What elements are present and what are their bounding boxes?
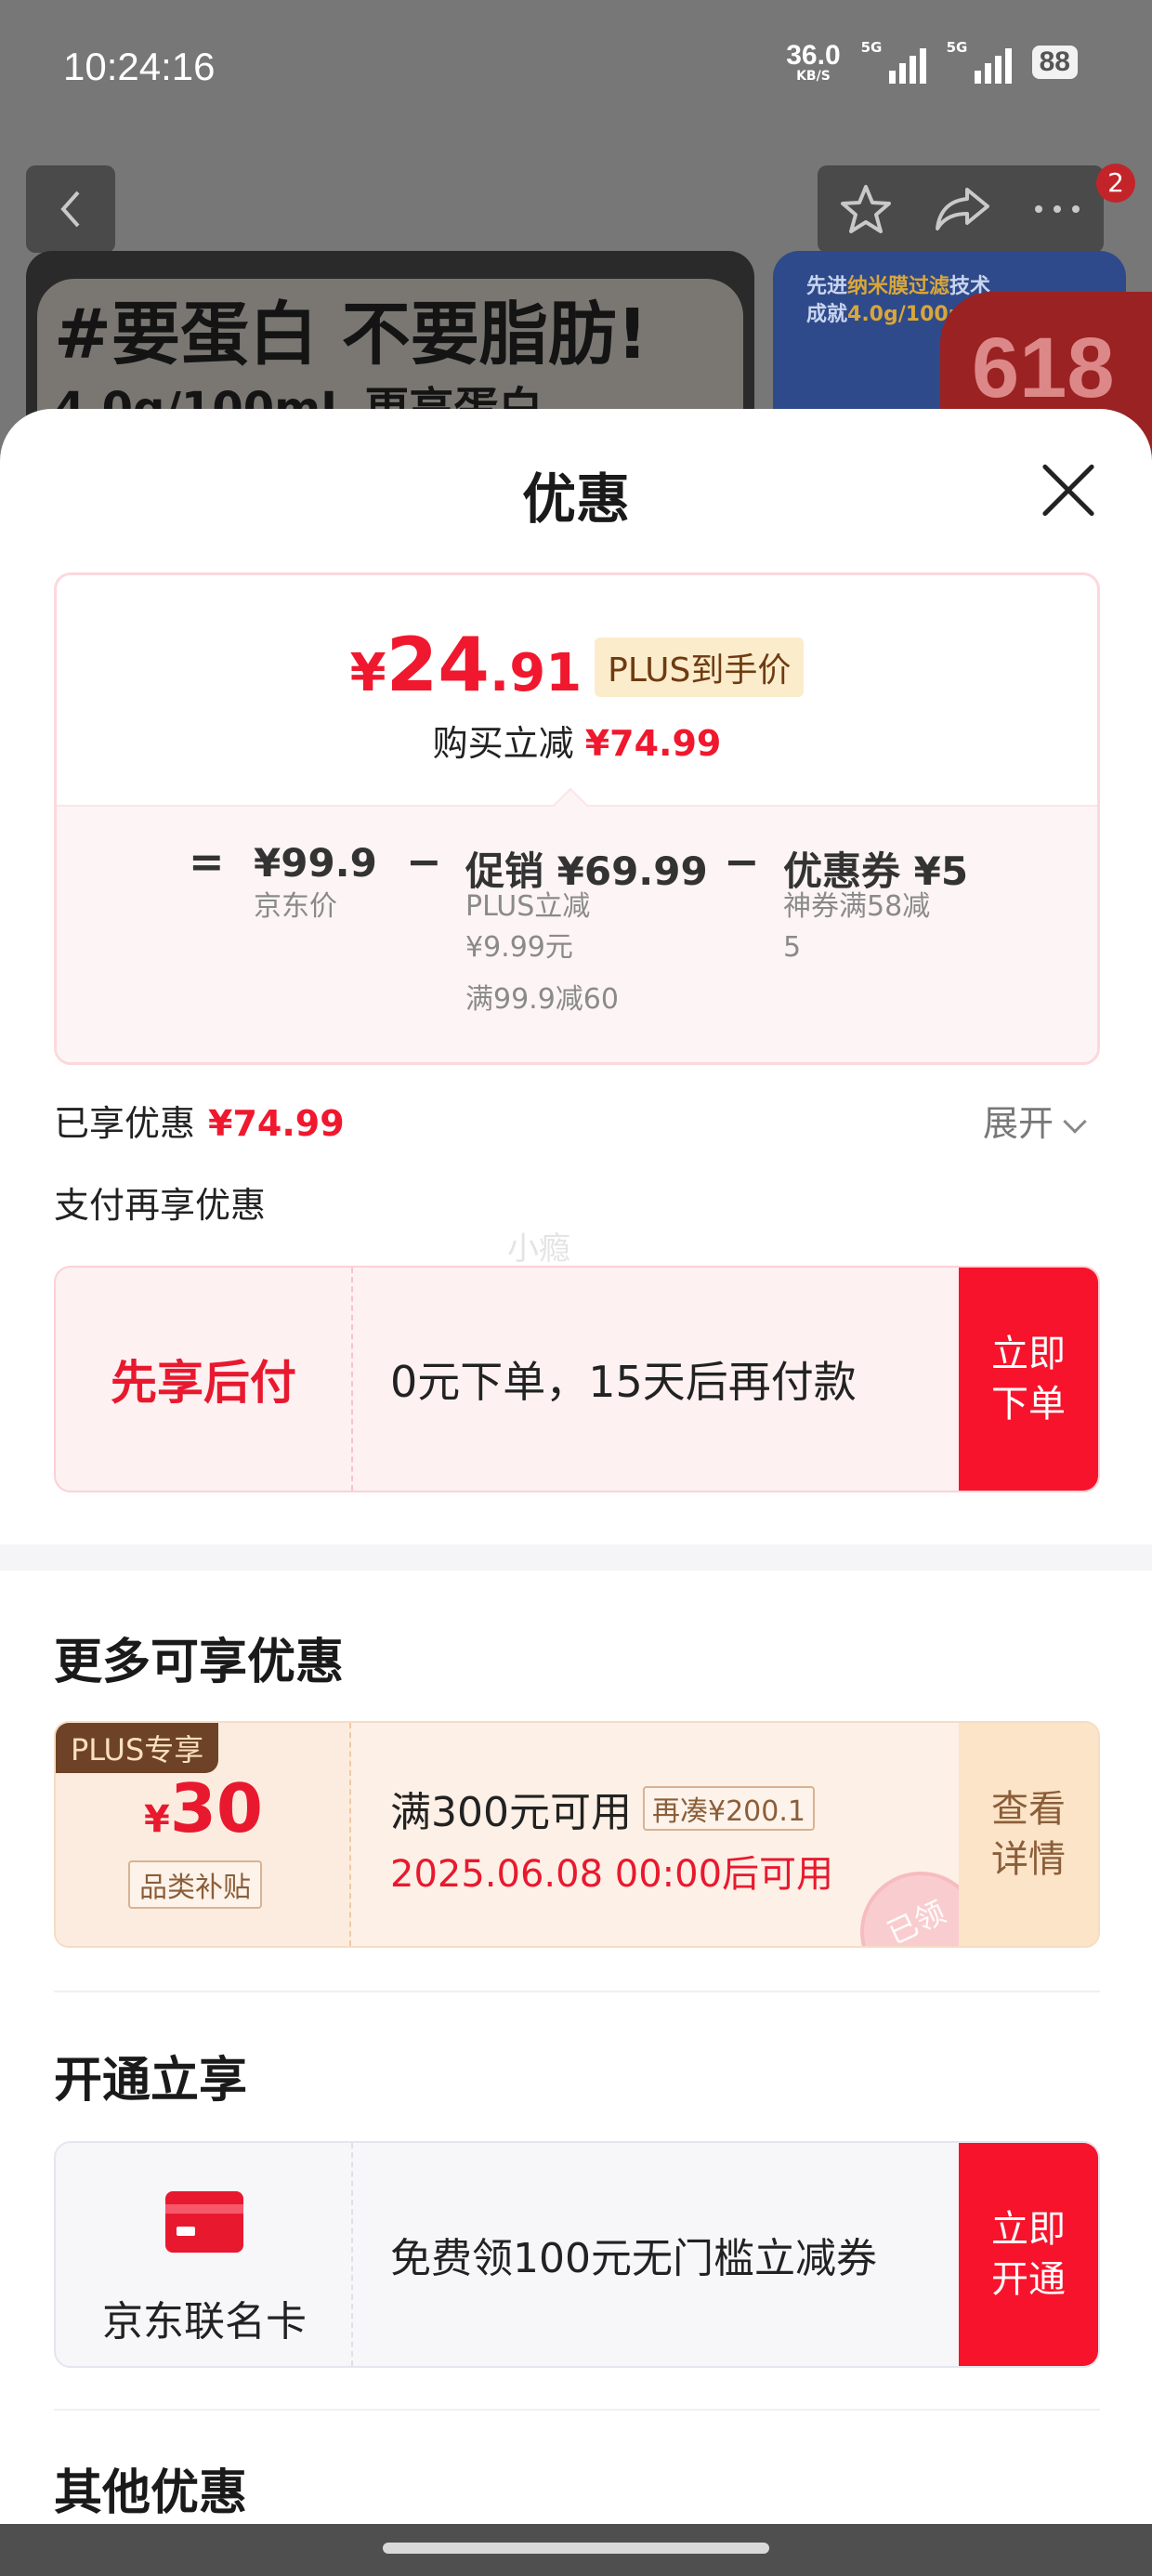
status-time: 10:24:16	[63, 45, 216, 88]
network-speed-unit: KB/S	[796, 69, 831, 84]
signal-icon: 5G	[946, 39, 1012, 84]
close-icon[interactable]	[1039, 461, 1098, 520]
sim2-network-type: 5G	[946, 39, 968, 56]
open-offers-title: 开通立享	[54, 2053, 248, 2109]
purchase-saving: 购买立减 ¥74.99	[57, 715, 1097, 766]
pay-later-description: 0元下单，15天后再付款	[390, 1357, 857, 1407]
credit-card-icon	[165, 2191, 243, 2253]
coupon-amount: ¥30	[56, 1769, 351, 1847]
equals-sign: =	[189, 836, 225, 887]
star-favorite-icon[interactable]	[838, 181, 894, 237]
home-indicator[interactable]	[383, 2543, 769, 2554]
payment-offers-title: 支付再享优惠	[54, 1185, 267, 1226]
promo-detail-2: ¥9.99元	[465, 931, 573, 964]
watermark-text: 小瘾	[507, 1230, 570, 1268]
back-button[interactable]	[26, 165, 115, 253]
status-indicators: 36.0 KB/S 5G 5G 88	[786, 39, 1078, 84]
price-calculation: = ¥99.9 京东价 − 促销 ¥69.99 PLUS立减 ¥9.99元 满9…	[57, 805, 1097, 1062]
jd-price: ¥99.9	[254, 840, 377, 886]
card-name: 京东联名卡	[102, 2298, 307, 2346]
section-divider	[0, 1544, 1152, 1571]
activate-now-button[interactable]: 立即 开通	[959, 2143, 1098, 2366]
order-now-button[interactable]: 立即 下单	[959, 1268, 1098, 1491]
coupon-amount-value: 30	[169, 1769, 264, 1847]
purchase-saving-label: 购买立减	[432, 723, 574, 764]
more-icon[interactable]	[1031, 202, 1083, 217]
divider	[54, 1991, 1100, 1992]
share-icon[interactable]	[934, 184, 991, 234]
notification-badge: 2	[1096, 164, 1135, 203]
jd-price-label: 京东价	[254, 890, 337, 923]
network-speed: 36.0 KB/S	[786, 40, 841, 84]
co-branded-card-offer[interactable]: 京东联名卡 免费领100元无门槛立减券 立即 开通	[54, 2141, 1100, 2368]
enjoyed-discount-label: 已享优惠	[54, 1103, 196, 1144]
coupon-currency: ¥	[143, 1798, 170, 1841]
coupon-condition: 满300元可用 再凑¥200.1	[390, 1779, 815, 1838]
divider	[54, 2409, 1100, 2411]
card-info-area: 京东联名卡	[56, 2143, 353, 2366]
plus-exclusive-badge: PLUS专享	[56, 1723, 219, 1773]
chevron-left-icon	[60, 191, 80, 228]
coupon-type-tag: 品类补贴	[128, 1860, 262, 1909]
price-currency: ¥	[349, 643, 386, 703]
coupon-value-area: PLUS专享 ¥30 品类补贴	[56, 1723, 351, 1946]
coupon-valid-date: 2025.06.08 00:00后可用	[390, 1853, 834, 1896]
signal-icon: 5G	[860, 39, 926, 84]
coupon-detail-2: 5	[783, 931, 802, 964]
expand-label: 展开	[983, 1103, 1054, 1144]
other-offers-title: 其他优惠	[54, 2465, 248, 2521]
price-breakdown-card: ¥ 24 .91 PLUS到手价 购买立减 ¥74.99 = ¥99.9 京东价…	[54, 572, 1100, 1065]
enjoyed-discount-amount: ¥74.99	[208, 1103, 345, 1144]
network-speed-value: 36.0	[786, 40, 841, 71]
view-details-button[interactable]: 查看 详情	[959, 1723, 1098, 1946]
expand-button[interactable]: 展开	[983, 1095, 1087, 1146]
pay-later-label: 先享后付	[56, 1268, 353, 1491]
minus-sign: −	[724, 836, 760, 887]
price-decimal: .91	[489, 643, 583, 703]
sheet-title: 优惠	[521, 467, 630, 531]
top-action-group	[818, 165, 1104, 253]
promo-detail-3: 满99.9减60	[465, 983, 619, 1016]
discount-sheet: 优惠 ¥ 24 .91 PLUS到手价 购买立减 ¥74.99 = ¥99.9 …	[0, 409, 1152, 2528]
status-bar: 10:24:16 36.0 KB/S 5G 5G 88	[0, 0, 1152, 139]
sim1-network-type: 5G	[860, 39, 883, 56]
more-offers-title: 更多可享优惠	[54, 1635, 345, 1690]
banner-headline: #要蛋白 不要脂肪!	[54, 295, 648, 375]
promo-detail-1: PLUS立减	[465, 890, 591, 923]
chevron-down-icon	[1063, 1110, 1087, 1134]
battery-icon: 88	[1031, 46, 1078, 79]
pay-later-card[interactable]: 先享后付 0元下单，15天后再付款 立即 下单	[54, 1266, 1100, 1492]
coupon-detail-1: 神券满58减	[783, 890, 931, 923]
final-price-area: ¥ 24 .91 PLUS到手价 购买立减 ¥74.99	[57, 575, 1097, 805]
coupon-remaining-tag: 再凑¥200.1	[642, 1786, 815, 1831]
plus-price-tag: PLUS到手价	[595, 637, 805, 697]
final-price: ¥ 24 .91 PLUS到手价	[57, 622, 1097, 708]
minus-sign: −	[406, 836, 442, 887]
coupon-condition-text: 满300元可用	[390, 1789, 632, 1836]
card-offer-description: 免费领100元无门槛立减券	[390, 2235, 877, 2282]
plus-coupon-card[interactable]: PLUS专享 ¥30 品类补贴 满300元可用 再凑¥200.1 2025.06.…	[54, 1721, 1100, 1948]
price-integer: 24	[386, 622, 490, 708]
purchase-saving-amount: ¥74.99	[584, 723, 722, 764]
enjoyed-discount: 已享优惠 ¥74.99	[54, 1095, 345, 1146]
